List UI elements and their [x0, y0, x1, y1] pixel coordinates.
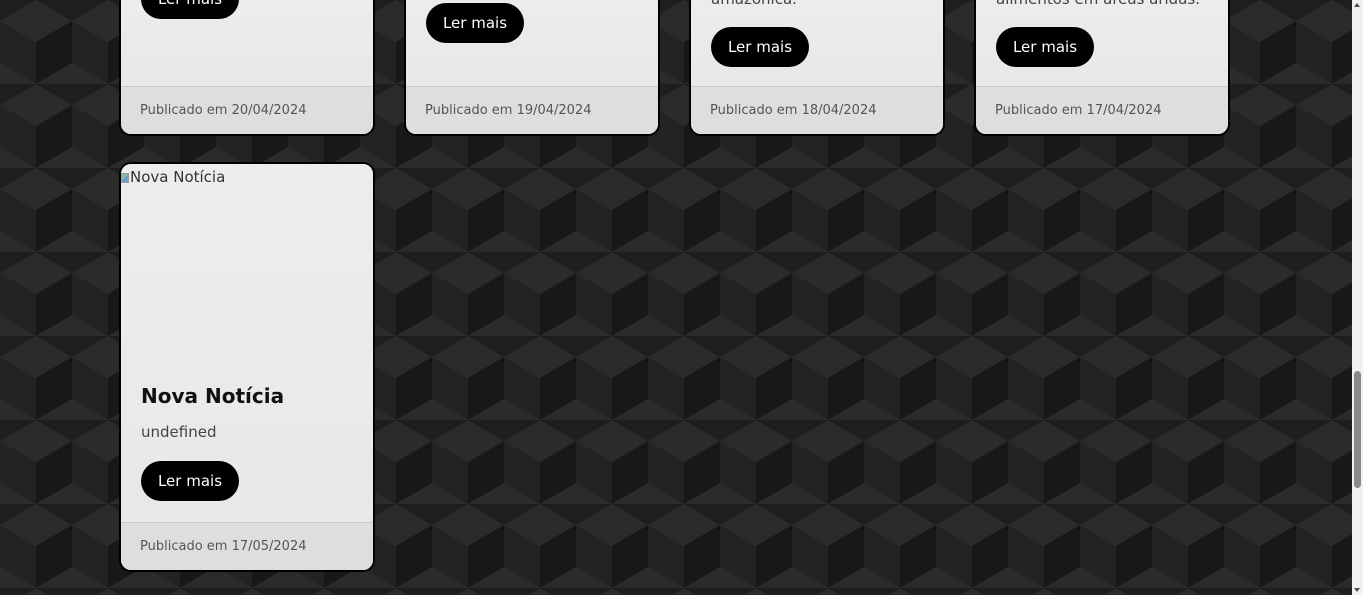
news-card: alimentos em áreas áridas. Ler mais Publ…: [974, 0, 1230, 136]
news-card: amazônica. Ler mais Publicado em 18/04/2…: [689, 0, 945, 136]
card-description: alimentos em áreas áridas.: [996, 0, 1200, 8]
scrollbar-thumb[interactable]: [1354, 371, 1361, 488]
read-more-button[interactable]: Ler mais: [996, 27, 1094, 67]
read-more-button[interactable]: Ler mais: [141, 0, 239, 19]
card-footer: Publicado em 17/04/2024: [976, 86, 1228, 134]
publish-date: Publicado em 17/04/2024: [995, 103, 1162, 118]
card-description: undefined: [141, 423, 217, 441]
publish-date: Publicado em 18/04/2024: [710, 103, 877, 118]
publish-date: Publicado em 17/05/2024: [140, 539, 307, 554]
read-more-button[interactable]: Ler mais: [141, 461, 239, 501]
image-alt-text: Nova Notícia: [130, 168, 226, 186]
card-description: amazônica.: [711, 0, 797, 8]
publish-date: Publicado em 19/04/2024: [425, 103, 592, 118]
news-card: Ler mais Publicado em 20/04/2024: [119, 0, 375, 136]
news-card: Ler mais Publicado em 19/04/2024: [404, 0, 660, 136]
card-footer: Publicado em 18/04/2024: [691, 86, 943, 134]
card-footer: Publicado em 17/05/2024: [121, 522, 373, 570]
publish-date: Publicado em 20/04/2024: [140, 103, 307, 118]
read-more-button[interactable]: Ler mais: [426, 3, 524, 43]
news-card-new: Nova Notícia Nova Notícia undefined Ler …: [119, 162, 375, 572]
read-more-button[interactable]: Ler mais: [711, 27, 809, 67]
scroll-up-arrow-icon[interactable]: [1354, 3, 1360, 7]
vertical-scrollbar[interactable]: [1352, 0, 1363, 595]
scroll-down-arrow-icon[interactable]: [1354, 588, 1360, 592]
card-footer: Publicado em 19/04/2024: [406, 86, 658, 134]
card-footer: Publicado em 20/04/2024: [121, 86, 373, 134]
card-title: Nova Notícia: [141, 384, 285, 408]
news-image-broken: Nova Notícia: [121, 168, 225, 186]
broken-image-icon: [121, 173, 129, 183]
